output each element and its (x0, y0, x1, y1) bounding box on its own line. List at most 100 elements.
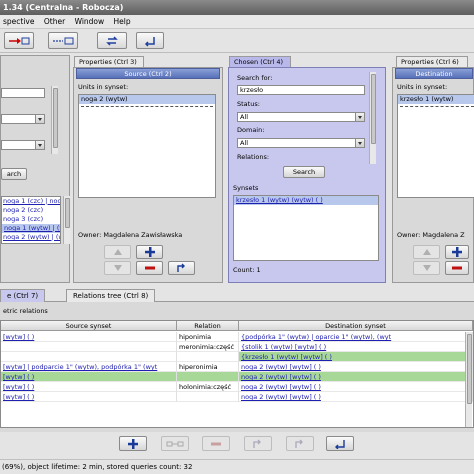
tab-properties-destination[interactable]: Properties (Ctrl 6) (396, 56, 468, 67)
plus-icon (452, 247, 462, 257)
remove-relation-button[interactable] (202, 436, 230, 451)
list-item[interactable]: noga 2 (czc) (2, 206, 60, 215)
undo-relation-button[interactable] (326, 436, 354, 451)
minus-icon (144, 266, 155, 270)
status-bar: (69%), object lifetime: 2 min, stored qu… (0, 459, 474, 474)
left-list-scrollbar[interactable] (63, 196, 70, 244)
count-label: Count: 1 (233, 266, 261, 274)
relations-table[interactable]: Source synset Relation Destination synse… (0, 320, 474, 428)
search-input[interactable]: krzesło (237, 85, 365, 95)
toolbar-button-forward[interactable] (4, 32, 34, 49)
relations-label: Relations: (237, 153, 270, 161)
table-scrollbar[interactable] (465, 332, 472, 427)
relation-icon (166, 441, 184, 446)
table-row[interactable]: [wytw] ( ) hiponimia {podpórka 1" (wytw)… (1, 332, 473, 342)
left-synset-list[interactable]: noga 1 (czc) | noga noga 2 (czc) noga 3 … (1, 196, 61, 244)
source-panel: Source (Ctrl 2) Units in synset: noga 2 … (73, 67, 223, 283)
window-title: 1.34 (Centralna - Robocza) (0, 0, 474, 15)
synsets-list[interactable]: krzesło 1 (wytw) (wytw) ( ) (233, 195, 379, 261)
edit-icon (253, 439, 261, 448)
menu-perspective[interactable]: spective (0, 15, 37, 29)
move-up-button[interactable] (104, 245, 131, 259)
remove-unit-button[interactable] (445, 261, 469, 275)
column-header-destination[interactable]: Destination synset (239, 321, 473, 331)
menu-other[interactable]: Other (41, 15, 68, 29)
triangle-up-icon (422, 249, 431, 255)
list-item[interactable]: noga 2 (wytw) | (wytw) (2, 233, 60, 242)
status-select[interactable]: All (237, 112, 365, 122)
toolbar-button-link[interactable] (48, 32, 78, 49)
table-row-highlighted[interactable]: [wytw] ( ) noga 2 (wytw) [wytw] ( ) (1, 372, 473, 382)
menu-bar: spective Other Window Help (0, 15, 474, 29)
move-down-button[interactable] (413, 261, 440, 275)
add-unit-button[interactable] (136, 245, 163, 259)
tab-relations-table[interactable]: e (Ctrl 7) (0, 289, 46, 302)
chevron-down-icon (355, 139, 364, 147)
edit-relation-2-button[interactable] (286, 436, 314, 451)
triangle-down-icon (422, 265, 431, 271)
source-units-list[interactable]: noga 2 (wytw) (78, 94, 216, 198)
toolbar-button-undo[interactable] (136, 32, 164, 49)
left-panel: arch noga 1 (czc) | noga noga 2 (czc) no… (0, 55, 70, 283)
table-row[interactable]: meronimia:część {stolik 1 (wytw) [wytw] … (1, 342, 473, 352)
units-label: Units in synset: (397, 83, 448, 91)
bottom-tab-strip: e (Ctrl 7) Relations tree (Ctrl 8) (0, 288, 474, 302)
list-item[interactable]: noga 3 (czc) (2, 215, 60, 224)
chevron-down-icon (35, 141, 44, 149)
chosen-scrollbar[interactable] (369, 72, 376, 164)
toolbar-button-sync[interactable] (97, 32, 127, 49)
toolbar (0, 29, 474, 53)
unit-item[interactable]: krzesło 1 (wytw) (398, 95, 474, 104)
units-label: Units in synset: (78, 83, 129, 91)
left-search-field[interactable] (1, 88, 45, 98)
chosen-panel: Search for: krzesło Status: All Domain: … (228, 67, 386, 283)
undo-icon (144, 36, 155, 47)
minus-icon (452, 266, 462, 270)
left-scrollbar[interactable] (51, 86, 58, 154)
domain-select[interactable]: All (237, 138, 365, 148)
move-down-button[interactable] (104, 261, 131, 275)
search-button[interactable]: Search (283, 166, 325, 178)
tab-properties-source[interactable]: Properties (Ctrl 3) (74, 56, 144, 67)
synsets-label: Synsets (233, 184, 259, 192)
reverse-relation-button[interactable] (161, 436, 189, 451)
add-unit-button[interactable] (445, 245, 469, 259)
chevron-down-icon (35, 115, 44, 123)
edit-unit-button[interactable] (168, 261, 195, 275)
owner-label: Owner: Magdalena Zawisławska (78, 231, 183, 239)
column-header-relation[interactable]: Relation (177, 321, 239, 331)
triangle-down-icon (113, 265, 122, 271)
plus-icon (144, 247, 155, 257)
table-row[interactable]: [wytw] | podparcie 1" (wytw), podpórka 1… (1, 362, 473, 372)
list-item-selected[interactable]: noga 1 (wytw) | (wytw) (2, 224, 60, 233)
left-domain-combo[interactable] (1, 140, 45, 150)
status-label: Status: (237, 100, 260, 108)
destination-units-list[interactable]: krzesło 1 (wytw) (397, 94, 474, 198)
search-for-label: Search for: (237, 74, 273, 82)
table-row-highlighted[interactable]: {krzesło 1 (wytw) [wytw] ( ) (1, 352, 473, 362)
menu-help[interactable]: Help (111, 15, 134, 29)
divider (400, 106, 474, 107)
edit-relation-button[interactable] (244, 436, 272, 451)
remove-unit-button[interactable] (136, 261, 163, 275)
tab-relations-tree[interactable]: Relations tree (Ctrl 8) (66, 289, 156, 302)
table-row[interactable]: [wytw] ( ) holonimia:część noga 2 (wytw)… (1, 382, 473, 392)
table-row[interactable]: [wytw] ( ) noga 2 (wytw) [wytw] ( ) (1, 392, 473, 402)
left-status-combo[interactable] (1, 114, 45, 124)
list-item[interactable]: noga 1 (czc) | noga (2, 197, 60, 206)
destination-panel: Destination Units in synset: krzesło 1 (… (392, 67, 474, 283)
edit-icon (176, 263, 185, 272)
arrow-box-icon (53, 37, 74, 44)
column-header-source[interactable]: Source synset (1, 321, 177, 331)
arrow-right-box-icon (9, 37, 30, 44)
synset-item[interactable]: krzesło 1 (wytw) (wytw) ( ) (234, 196, 378, 205)
left-search-button[interactable]: arch (1, 168, 27, 180)
unit-item[interactable]: noga 2 (wytw) (79, 95, 215, 104)
chevron-down-icon (355, 113, 364, 121)
owner-label: Owner: Magdalena Z (397, 231, 465, 239)
tab-chosen[interactable]: Chosen (Ctrl 4) (229, 56, 291, 67)
menu-window[interactable]: Window (72, 15, 108, 29)
relations-title: etric relations (3, 307, 48, 315)
add-relation-button[interactable] (119, 436, 147, 451)
move-up-button[interactable] (413, 245, 440, 259)
